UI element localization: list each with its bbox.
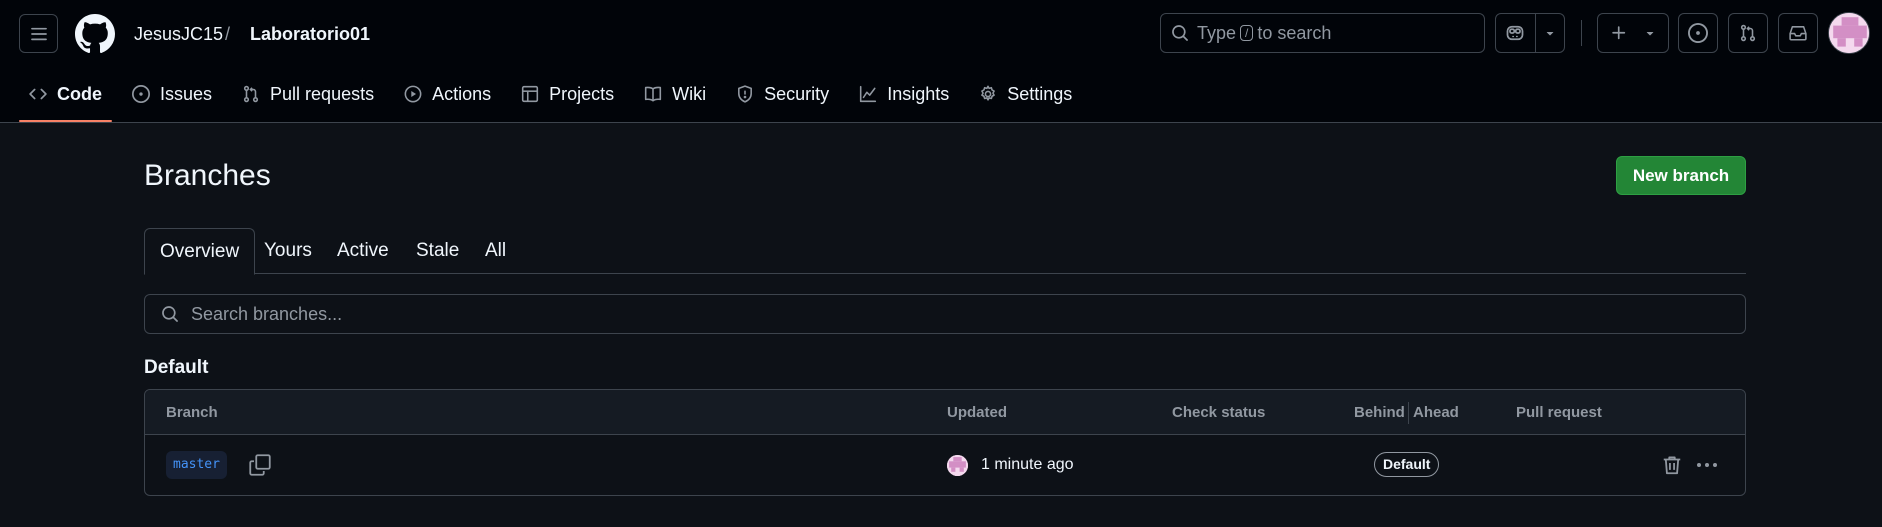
branches-table: Branch Updated Check status Behind Ahead… (144, 389, 1746, 496)
github-logo-icon[interactable] (75, 14, 115, 54)
tab-settings[interactable]: Settings (969, 74, 1082, 114)
breadcrumb-owner[interactable]: JesusJC15 (134, 22, 223, 46)
behind-ahead-divider (1408, 402, 1409, 424)
menu-button[interactable] (19, 14, 58, 53)
updated-time: 1 minute ago (981, 456, 1074, 473)
create-new-button[interactable] (1597, 13, 1669, 53)
delete-branch-button[interactable] (1661, 454, 1683, 476)
issues-shortcut-button[interactable] (1678, 13, 1718, 53)
column-ahead: Ahead (1413, 404, 1459, 421)
notifications-button[interactable] (1778, 13, 1818, 53)
tab-wiki[interactable]: Wiki (634, 74, 716, 114)
tab-actions-label: Actions (432, 83, 492, 104)
triangle-down-icon (1646, 31, 1654, 36)
tab-issues[interactable]: Issues (122, 74, 222, 114)
search-shortcut-key: / (1240, 25, 1254, 41)
search-suffix-text: to search (1257, 22, 1332, 43)
search-branches-placeholder: Search branches... (191, 303, 343, 324)
search-icon (162, 306, 178, 322)
tab-overview[interactable]: Overview (144, 228, 256, 275)
default-branch-badge: Default (1374, 452, 1440, 477)
column-branch: Branch (166, 404, 218, 421)
play-icon (404, 85, 422, 103)
inbox-icon (1789, 26, 1807, 41)
table-icon (522, 85, 539, 103)
search-branches-input[interactable]: Search branches... (144, 294, 1746, 334)
tab-yours[interactable]: Yours (264, 228, 312, 274)
triangle-down-icon[interactable] (1544, 27, 1556, 39)
section-title-default: Default (144, 357, 209, 378)
app-header: JesusJC15 / Laboratorio01 Type / to sear… (0, 0, 1882, 123)
header-separator (1581, 20, 1582, 46)
header-top-bar: JesusJC15 / Laboratorio01 Type / to sear… (0, 0, 1882, 68)
copy-icon (249, 454, 271, 476)
tab-projects[interactable]: Projects (511, 74, 624, 114)
tab-all[interactable]: All (485, 228, 506, 274)
more-options-button[interactable] (1694, 454, 1720, 476)
tab-issues-label: Issues (160, 83, 213, 104)
committer-avatar[interactable] (947, 455, 968, 476)
tab-pull-requests[interactable]: Pull requests (232, 74, 384, 114)
column-check-status: Check status (1172, 404, 1266, 421)
tab-projects-label: Projects (549, 83, 615, 104)
column-behind: Behind (1354, 404, 1405, 421)
tab-insights[interactable]: Insights (849, 74, 959, 114)
plus-icon (1612, 26, 1626, 40)
branch-filter-tabs: Overview Yours Active Stale All (144, 228, 1746, 275)
hamburger-icon (30, 27, 47, 40)
issue-opened-icon (132, 85, 150, 103)
search-icon (1172, 25, 1188, 41)
shield-icon (738, 85, 753, 103)
copy-branch-name-button[interactable] (248, 453, 272, 477)
gear-icon (981, 85, 996, 101)
identicon-avatar-icon (947, 455, 968, 476)
identicon-avatar-icon (1829, 13, 1869, 53)
search-prefix-text: Type (1197, 22, 1237, 43)
copilot-button[interactable] (1495, 13, 1565, 53)
table-header: Branch Updated Check status Behind Ahead… (145, 390, 1745, 435)
table-row: master 1 minute ago Default (145, 435, 1745, 495)
global-search-input[interactable]: Type / to search (1160, 13, 1485, 53)
branch-name-link[interactable]: master (166, 451, 227, 479)
breadcrumb-repo[interactable]: Laboratorio01 (250, 22, 370, 46)
tab-stale[interactable]: Stale (416, 228, 459, 274)
copilot-icon (1506, 25, 1524, 41)
trash-icon (1663, 456, 1681, 475)
pull-requests-shortcut-button[interactable] (1728, 13, 1768, 53)
tab-insights-label: Insights (887, 83, 950, 104)
tab-settings-label: Settings (1007, 83, 1073, 104)
tab-code-label: Code (57, 83, 102, 104)
breadcrumb-separator: / (225, 24, 231, 44)
copilot-divider (1535, 14, 1536, 52)
graph-icon (860, 85, 877, 103)
tab-active[interactable]: Active (337, 228, 389, 274)
git-pull-request-icon (1740, 24, 1756, 42)
tab-security[interactable]: Security (726, 74, 839, 114)
book-icon (645, 86, 662, 102)
new-branch-button[interactable]: New branch (1616, 156, 1746, 195)
tab-wiki-label: Wiki (672, 83, 707, 104)
user-avatar[interactable] (1828, 12, 1870, 54)
issue-opened-icon (1688, 23, 1708, 43)
repo-nav: Code Issues Pull requests Actions Projec… (19, 74, 1092, 122)
column-pull-request: Pull request (1516, 404, 1602, 421)
code-icon (29, 88, 47, 100)
tab-actions[interactable]: Actions (394, 74, 501, 114)
tab-code[interactable]: Code (19, 74, 112, 122)
kebab-horizontal-icon (1697, 463, 1717, 467)
tab-pull-requests-label: Pull requests (270, 83, 375, 104)
column-updated: Updated (947, 404, 1007, 421)
page-title: Branches (144, 159, 271, 192)
tab-security-label: Security (764, 83, 830, 104)
git-pull-request-icon (243, 85, 259, 103)
